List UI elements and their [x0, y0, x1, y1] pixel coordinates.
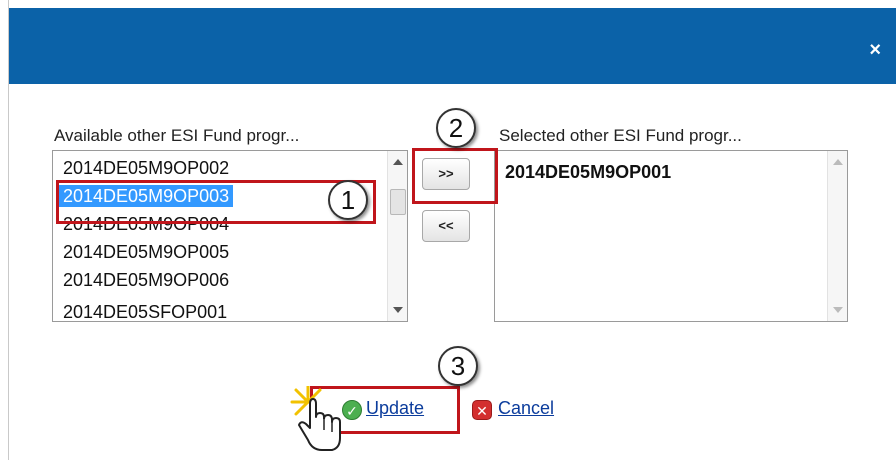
scroll-down-arrow-icon[interactable]: [393, 307, 403, 313]
scroll-up-arrow-icon[interactable]: [393, 159, 403, 165]
scroll-thumb[interactable]: [390, 189, 406, 215]
scroll-down-arrow-icon[interactable]: [833, 307, 843, 313]
selected-list-scrollbar[interactable]: [827, 151, 847, 321]
list-item[interactable]: 2014DE05M9OP001: [505, 161, 671, 183]
list-item[interactable]: 2014DE05M9OP006: [63, 269, 229, 291]
highlight-box-step-2: [412, 148, 498, 204]
close-icon[interactable]: ×: [869, 40, 881, 60]
x-square-icon[interactable]: ✕: [472, 400, 492, 420]
step-callout-1: 1: [328, 180, 368, 220]
available-programmes-list[interactable]: 2014DE05M9OP002 2014DE05M9OP003 2014DE05…: [52, 150, 408, 322]
scroll-up-arrow-icon[interactable]: [833, 159, 843, 165]
list-item[interactable]: 2014DE05SFOP001: [63, 301, 227, 321]
remove-selected-button[interactable]: <<: [422, 210, 470, 242]
list-item[interactable]: 2014DE05M9OP005: [63, 241, 229, 263]
cancel-link[interactable]: Cancel: [498, 398, 554, 419]
available-list-label: Available other ESI Fund progr...: [54, 126, 300, 145]
dialog-titlebar: ×: [9, 8, 896, 84]
hand-pointer-icon: [290, 386, 341, 451]
step-callout-2: 2: [436, 108, 476, 148]
selected-list-label: Selected other ESI Fund progr...: [499, 126, 742, 145]
selected-programmes-list[interactable]: 2014DE05M9OP001: [494, 150, 848, 322]
step-callout-3: 3: [438, 346, 478, 386]
list-item[interactable]: 2014DE05M9OP002: [63, 157, 229, 179]
available-list-scrollbar[interactable]: [387, 151, 407, 321]
